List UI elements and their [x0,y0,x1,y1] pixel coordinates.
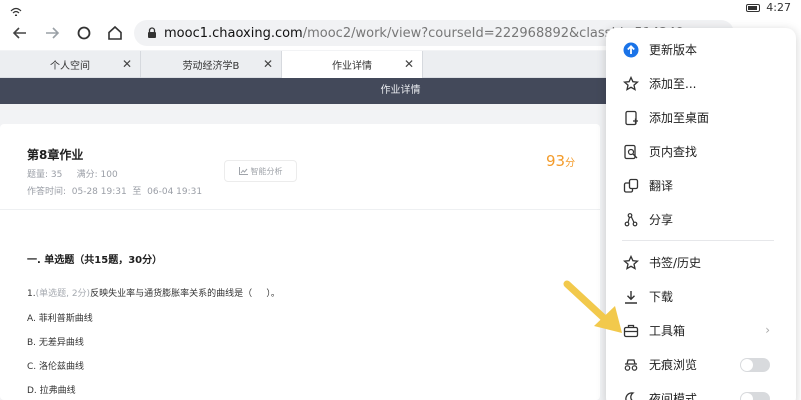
question-text: 反映失业率与通货膨胀率关系的曲线是（ ）。 [90,289,280,299]
night-mode-toggle[interactable] [740,392,770,400]
home-button[interactable] [103,21,127,45]
menu-item-translate[interactable]: 翻译 [606,170,796,200]
menu-item-download[interactable]: 下载 [606,281,796,311]
tab-label: 作业详情 [332,61,372,72]
menu-label: 书签/历史 [649,256,702,270]
pointer-arrow-icon [563,280,622,333]
incognito-toggle[interactable] [740,358,770,372]
lock-icon [148,27,156,38]
score-unit: 分 [565,158,576,169]
smart-analysis-label: 智能分析 [250,166,283,176]
share-icon [622,211,640,229]
score: 93分 [546,152,575,170]
menu-item-add-to[interactable]: 添加至... [606,68,796,98]
menu-label: 下载 [649,290,674,304]
option-d[interactable]: D. 拉弗曲线 [27,383,76,396]
arrow-left-icon [12,27,26,39]
browser-menu: 更新版本 添加至... 添加至桌面 页内查找 翻译 分享 书签/历史 下载 工具… [606,28,796,400]
back-button[interactable] [8,21,32,45]
menu-label: 页内查找 [649,145,698,159]
option-c[interactable]: C. 洛伦兹曲线 [27,359,84,372]
tab-label: 个人空间 [50,61,90,72]
translate-icon [622,177,640,195]
menu-item-bookmarks[interactable]: 书签/历史 [606,247,796,277]
tab-labor-economics[interactable]: 劳动经济学B ✕ [141,51,282,78]
menu-item-toolbox[interactable]: 工具箱 › [606,315,796,345]
menu-item-find[interactable]: 页内查找 [606,136,796,166]
menu-item-update[interactable]: 更新版本 [606,34,796,64]
question-number: 1. [27,289,36,299]
menu-label: 无痕浏览 [649,358,698,372]
update-icon [622,41,640,59]
homework-title: 第8章作业 [27,148,84,162]
bookmark-icon [622,254,640,272]
menu-divider [622,240,774,241]
url-host: mooc1.chaoxing.com [164,25,303,41]
close-icon[interactable]: ✕ [122,57,132,71]
forward-button[interactable] [40,21,64,45]
chevron-right-icon: › [765,323,770,337]
option-a[interactable]: A. 菲利普斯曲线 [27,311,93,324]
close-icon[interactable]: ✕ [263,57,273,71]
menu-item-night-mode[interactable]: 夜间模式 [606,383,796,400]
divider [0,209,600,210]
menu-label: 夜间模式 [649,392,698,400]
menu-label: 更新版本 [649,43,698,57]
score-value: 93 [546,152,566,170]
homework-meta: 题量: 35 满分: 100 [27,170,118,180]
tab-personal-space[interactable]: 个人空间 ✕ [0,51,141,78]
reload-button[interactable] [72,21,96,45]
home-icon [108,25,122,40]
question-tag: (单选题, 2分) [35,289,91,299]
incognito-icon [622,356,640,374]
clock: 4:27 [766,1,791,14]
menu-label: 工具箱 [649,324,686,338]
add-desktop-icon [622,109,640,127]
smart-analysis-button[interactable]: 智能分析 [224,160,297,182]
option-b[interactable]: B. 无差异曲线 [27,335,84,348]
tab-label: 劳动经济学B [182,61,240,72]
find-in-page-icon [622,143,640,161]
menu-label: 翻译 [649,179,674,193]
tab-homework-detail[interactable]: 作业详情 ✕ [282,51,423,78]
reload-icon [77,26,91,40]
close-icon[interactable]: ✕ [404,57,414,71]
menu-label: 分享 [649,213,674,227]
menu-label: 添加至桌面 [649,111,710,125]
status-right: 4:27 [746,1,791,14]
homework-time: 作答时间: 05-28 19:31 至 06-04 19:31 [27,187,203,197]
page-right-edge [796,16,801,400]
arrow-right-icon [46,27,60,39]
menu-item-incognito[interactable]: 无痕浏览 [606,349,796,379]
star-add-icon [622,75,640,93]
chart-icon [238,167,248,175]
menu-label: 添加至... [649,77,697,91]
battery-icon [746,3,761,12]
section-title: 一. 单选题（共15题，30分） [27,255,163,266]
night-mode-icon [622,390,640,400]
menu-item-share[interactable]: 分享 [606,204,796,234]
status-bar: 4:27 [0,0,801,17]
question-1: 1.(单选题, 2分)反映失业率与通货膨胀率关系的曲线是（ ）。 [27,286,280,299]
menu-item-add-desktop[interactable]: 添加至桌面 [606,102,796,132]
